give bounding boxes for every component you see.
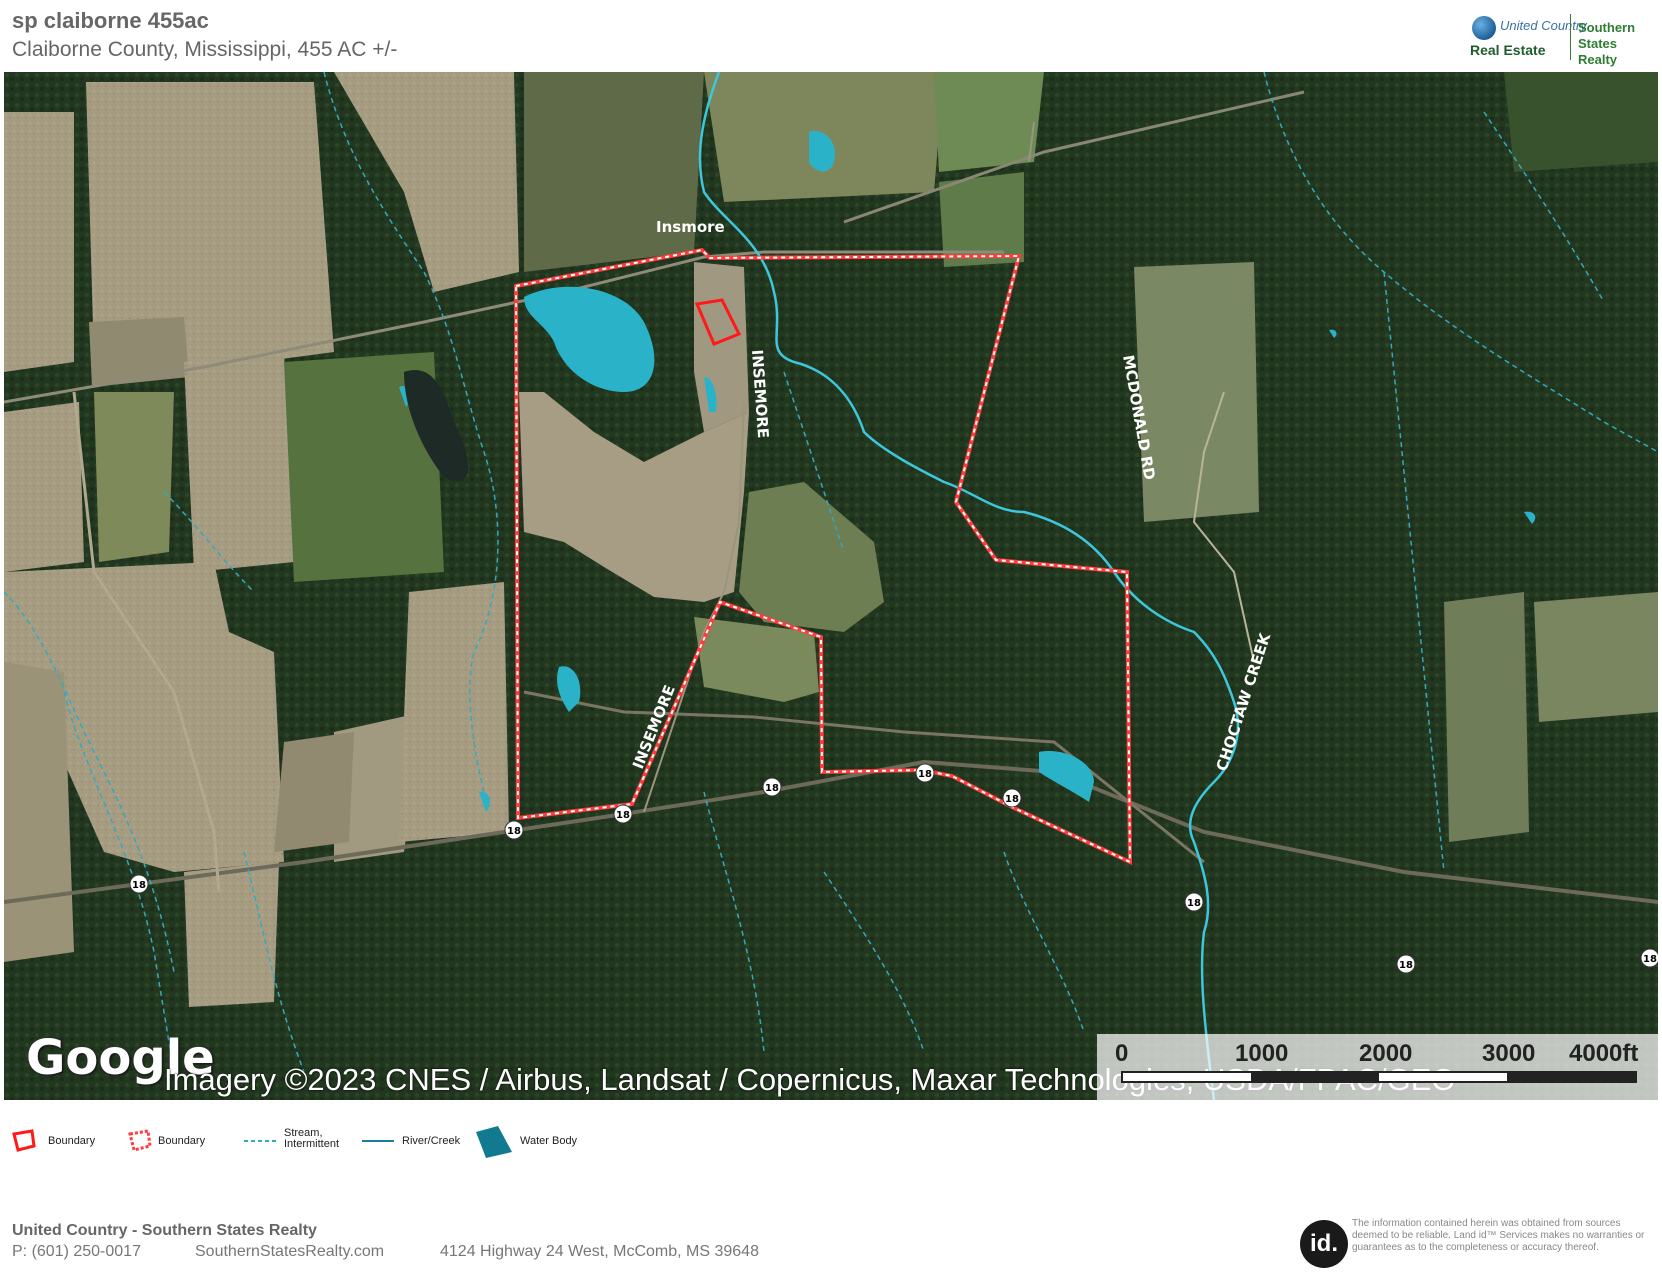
map-legend: Boundary Boundary Stream, Intermittent R…	[0, 1120, 700, 1170]
river-creek-icon	[362, 1140, 394, 1142]
map-title: sp claiborne 455ac	[12, 8, 209, 33]
legend-item-water-body: Water Body	[474, 1126, 584, 1158]
water-body-icon	[476, 1126, 512, 1158]
route-shield: 18	[1396, 954, 1416, 974]
route-shield: 18	[915, 763, 935, 783]
route-shield: 18	[1640, 948, 1658, 968]
globe-icon	[1472, 16, 1496, 40]
route-shield: 18	[129, 874, 149, 894]
footer-website-link[interactable]: SouthernStatesRealty.com	[195, 1243, 384, 1261]
scale-bar: 0 1000 2000 3000 4000ft	[1097, 1034, 1658, 1100]
logo-real-estate: Real Estate	[1470, 42, 1546, 58]
route-shield: 18	[1002, 788, 1022, 808]
svg-text:18: 18	[616, 810, 630, 821]
svg-text:18: 18	[507, 826, 521, 837]
footer-address: 4124 Highway 24 West, McComb, MS 39648	[440, 1243, 759, 1260]
svg-text:18: 18	[1005, 794, 1019, 805]
scale-label-3000: 3000	[1482, 1040, 1536, 1067]
scale-label-2000: 2000	[1359, 1040, 1413, 1067]
footer-disclaimer: The information contained herein was obt…	[1352, 1218, 1645, 1253]
land-id-logo: id.	[1300, 1220, 1348, 1268]
united-country-logo: United Country Real Estate Southern State…	[1470, 14, 1656, 67]
scale-label-4000ft: 4000ft	[1569, 1040, 1639, 1067]
footer-phone[interactable]: P: (601) 250-0017	[12, 1243, 141, 1261]
route-shield: 18	[504, 820, 524, 840]
scale-label-0: 0	[1115, 1040, 1129, 1067]
legend-item-boundary-dashed: Boundary	[128, 1128, 228, 1158]
map-canvas[interactable]: Insmore INSEMORE INSEMORE MCDONALD RD CH…	[4, 72, 1658, 1100]
place-label-insmore: Insmore	[656, 218, 725, 236]
legend-item-stream: Stream, Intermittent	[244, 1128, 354, 1158]
svg-text:18: 18	[1187, 898, 1201, 909]
legend-item-boundary-solid: Boundary	[12, 1128, 112, 1158]
svg-text:18: 18	[765, 783, 779, 794]
scale-label-1000: 1000	[1235, 1040, 1289, 1067]
svg-text:18: 18	[918, 769, 932, 780]
svg-text:18: 18	[1643, 954, 1657, 965]
satellite-map[interactable]: Insmore INSEMORE INSEMORE MCDONALD RD CH…	[4, 72, 1658, 1100]
boundary-dashed-icon	[128, 1129, 152, 1152]
route-shield: 18	[1184, 892, 1204, 912]
logo-united-country: United Country	[1500, 18, 1587, 33]
footer-company-name: United Country - Southern States Realty	[12, 1222, 317, 1239]
svg-text:18: 18	[132, 880, 146, 891]
svg-text:18: 18	[1399, 960, 1413, 971]
map-subtitle: Claiborne County, Mississippi, 455 AC +/…	[12, 38, 398, 61]
route-shield: 18	[762, 777, 782, 797]
route-shield: 18	[613, 804, 633, 824]
stream-intermittent-icon	[244, 1140, 276, 1142]
logo-southern-states: Southern States Realty	[1578, 20, 1636, 67]
logo-divider	[1570, 14, 1571, 60]
legend-item-river-creek: River/Creek	[362, 1128, 472, 1158]
boundary-solid-icon	[12, 1129, 36, 1152]
map-header: sp claiborne 455ac Claiborne County, Mis…	[0, 0, 1662, 72]
scale-bar-graphic	[1121, 1071, 1637, 1083]
